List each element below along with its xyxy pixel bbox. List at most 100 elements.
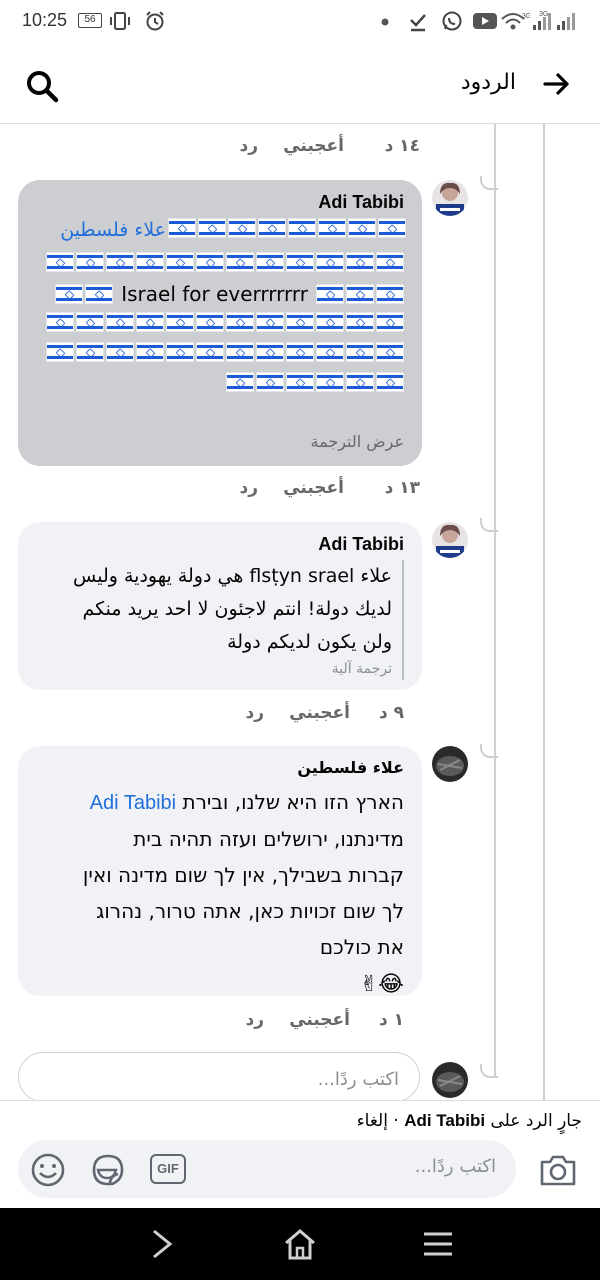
svg-text:3G: 3G [522,13,530,20]
israel-flag-icon [286,312,314,332]
flag-row-4 [46,312,404,336]
israel-flag-icon [55,284,84,304]
avatar-image [432,746,468,782]
comment-time: ١٣ د [384,478,420,498]
israel-flag-icon [226,342,254,362]
israel-flag-icon [46,252,74,272]
comment-line: קברות בשבילך, אין לך שום מדינה ואין [82,863,404,887]
israel-flag-icon [376,372,404,392]
avatar[interactable] [432,522,468,558]
israel-flag-icon [76,252,104,272]
like-button[interactable]: أعجبني [283,136,344,156]
composer: اكتب ردًا... GIF [0,1140,600,1208]
israel-flag-icon [286,372,314,392]
like-button[interactable]: أعجبني [289,1010,350,1030]
israel-flag-icon [376,252,404,272]
recents-menu-icon[interactable] [420,1226,456,1262]
like-button[interactable]: أعجبني [283,478,344,498]
comment-author[interactable]: Adi Tabibi [318,192,404,213]
sticker-icon[interactable] [88,1150,128,1190]
israel-flag-icon [256,342,284,362]
comment-bubble[interactable]: Adi Tabibi علاء flsṭyn srael هي دولة يهو… [18,522,422,690]
israel-flag-icon [136,252,164,272]
cancel-reply-button[interactable]: · إلغاء [357,1111,399,1131]
avatar[interactable] [432,746,468,782]
comment-bubble[interactable]: علاء فلسطين הארץ הזו היא שלנו, ובירת Adi… [18,746,422,997]
back-arrow-icon[interactable] [542,70,572,98]
israel-flag-icon [76,342,104,362]
youtube-icon [473,13,497,29]
comment-author[interactable]: علاء فلسطين [297,758,404,777]
israel-flag-icon [288,218,316,238]
comment-body: הארץ הזו היא שלנו, ובירת Adi Tabibi מדינ… [24,784,404,1005]
gif-button[interactable]: GIF [150,1154,186,1184]
translated-block: علاء flsṭyn srael هي دولة يهودية وليس لد… [34,560,404,680]
mention-link[interactable]: علاء فلسطين [60,218,166,242]
israel-flag-icon [258,218,286,238]
forward-nav-icon[interactable] [144,1226,180,1262]
israel-flag-icon [346,284,374,304]
comment-line: את כולכם [319,935,404,959]
israel-flag-icon [346,342,374,362]
israel-flag-icon [316,284,344,304]
comment-text: הארץ הזו היא שלנו, ובירת [182,790,404,814]
signal-icon-2 [557,13,575,30]
header: الردود [0,46,600,124]
reply-button[interactable]: رد [239,478,258,498]
camera-icon[interactable] [538,1152,578,1188]
israel-flag-icon [226,312,254,332]
israel-flag-icon [316,342,344,362]
israel-flag-icon [46,342,74,362]
vibrate-icon [110,12,130,30]
comment-line: מדינתנו, ירושלים ועזה תהיה בית [133,827,404,851]
israel-flag-icon [346,312,374,332]
page-title: الردود [460,70,516,95]
replying-prefix: جارٍ الرد على [490,1111,583,1131]
whatsapp-icon [442,11,462,31]
israel-flag-icon [256,252,284,272]
thread-connector [480,744,498,758]
comment-line: לך שום זכויות כאן, אתה טרור, נהרוג [96,899,404,923]
comment-bubble[interactable]: Adi Tabibi علاء فلسطين Israel for everrr… [18,180,422,466]
search-icon[interactable] [24,68,60,104]
like-button[interactable]: أعجبني [289,703,350,723]
see-translation-link[interactable]: عرض الترجمة [311,432,405,451]
reply-button[interactable]: رد [245,1010,264,1030]
flag-row-6 [226,372,404,396]
avatar [432,1062,468,1098]
israel-flag-icon [256,312,284,332]
reply-button[interactable]: رد [239,136,258,156]
comment-actions: ١٣ د أعجبني رد [200,478,420,502]
reply-placeholder: اكتب ردًا... [317,1069,399,1090]
alarm-icon [146,11,164,31]
notification-count-badge: 56 [78,13,102,28]
israel-flag-icon [376,284,404,304]
israel-flag-icon [316,252,344,272]
reply-button[interactable]: رد [245,703,264,723]
comment-line: لديك دولة! انتم لاجئون لا احد يريد منكم [82,598,392,620]
israel-flag-icon [106,312,134,332]
emoji-icon[interactable] [28,1150,68,1190]
inline-reply-input[interactable]: اكتب ردًا... [18,1052,420,1102]
comment-actions: ٩ د أعجبني رد [200,703,420,727]
mention-link[interactable]: Adi Tabibi [90,792,176,814]
comment-input-placeholder: اكتب ردًا... [414,1156,496,1177]
clock: 10:25 [22,10,68,30]
israel-flag-icon [226,372,254,392]
comment-line: ولن يكون لديكم دولة [227,631,392,653]
comment-author[interactable]: Adi Tabibi [318,534,404,555]
avatar[interactable] [432,180,468,216]
israel-flag-icon [348,218,376,238]
home-icon[interactable] [282,1226,318,1262]
israel-flag-icon [378,218,406,238]
avatar-image [432,522,468,558]
israel-flag-icon [196,252,224,272]
avatar-image [432,180,468,216]
israel-flag-icon [136,312,164,332]
comment-time: ١ د [378,1010,404,1030]
israel-flag-icon [318,218,346,238]
israel-flag-icon [376,342,404,362]
israel-flag-icon [196,342,224,362]
comment-actions: ١٤ د أعجبني رد [200,136,420,160]
svg-text:3G: 3G [539,11,548,18]
